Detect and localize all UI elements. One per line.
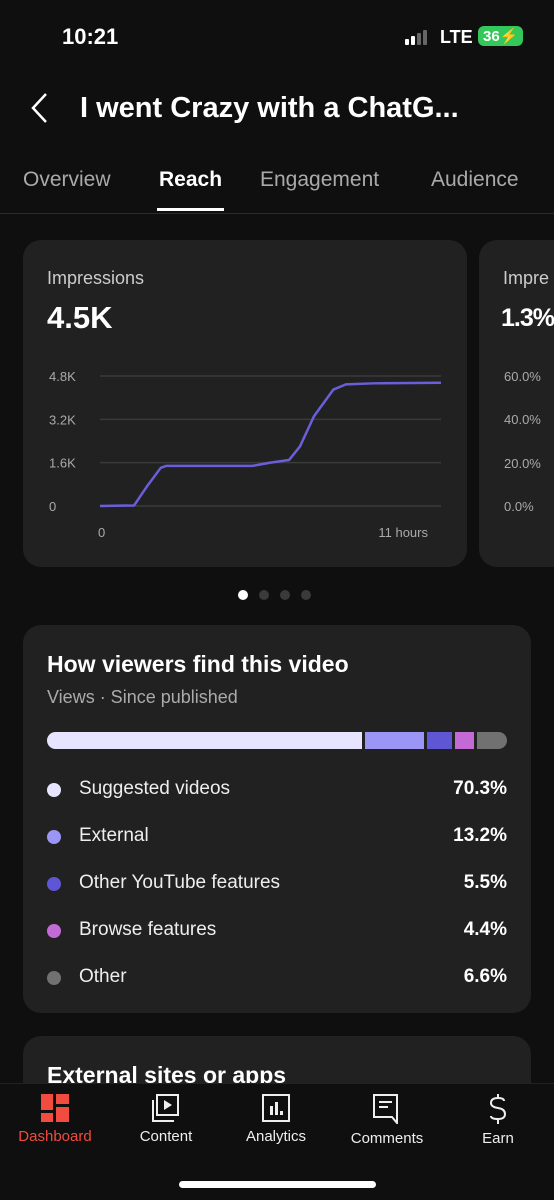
dollar-icon [489, 1094, 507, 1124]
source-percent: 4.4% [463, 919, 507, 940]
source-label: Other [79, 966, 127, 987]
source-label: External [79, 825, 149, 846]
nav-earn[interactable]: Earn [448, 1094, 548, 1147]
page-dot[interactable] [301, 590, 311, 600]
y-tick: 0.0% [504, 499, 534, 514]
nav-comments[interactable]: Comments [337, 1094, 437, 1147]
ctr-card[interactable]: Impre 1.3% 60.0% 40.0% 20.0% 0.0% [479, 240, 554, 567]
page-title: I went Crazy with a ChatG... [80, 92, 459, 124]
bar-segment [47, 732, 362, 749]
y-tick: 20.0% [504, 456, 541, 471]
source-label: Browse features [79, 919, 217, 940]
nav-label: Comments [350, 1130, 424, 1147]
analytics-icon [262, 1094, 290, 1122]
card-value: 1.3% [501, 304, 554, 332]
source-percent: 5.5% [463, 872, 507, 893]
y-tick-label: 3.2K [49, 412, 76, 427]
nav-label: Analytics [245, 1128, 307, 1145]
source-percent: 70.3% [453, 778, 507, 799]
comments-icon [373, 1094, 398, 1124]
clock: 10:21 [62, 24, 119, 49]
impressions-line [99, 381, 442, 508]
legend-dot [47, 971, 61, 985]
page-dot[interactable] [259, 590, 269, 600]
back-icon[interactable] [28, 90, 58, 126]
traffic-source-row[interactable]: External 13.2% [47, 825, 507, 849]
bar-segment [477, 732, 507, 749]
traffic-source-row[interactable]: Browse features 4.4% [47, 919, 507, 943]
tab-overview[interactable]: Overview [23, 168, 111, 192]
battery-level: 36 [483, 28, 500, 45]
header: I went Crazy with a ChatG... [0, 80, 554, 136]
y-tick-label: 0 [49, 499, 56, 514]
traffic-source-row[interactable]: Other YouTube features 5.5% [47, 872, 507, 896]
dashboard-icon [41, 1094, 69, 1122]
legend-dot [47, 783, 61, 797]
page-dot[interactable] [238, 590, 248, 600]
traffic-source-row[interactable]: Suggested videos 70.3% [47, 778, 507, 802]
network-label: LTE [440, 27, 473, 47]
nav-analytics[interactable]: Analytics [226, 1094, 326, 1145]
content-icon [152, 1094, 179, 1122]
legend-dot [47, 924, 61, 938]
traffic-source-row[interactable]: Other 6.6% [47, 966, 507, 990]
bar-segment [454, 732, 475, 749]
carousel-indicator [238, 590, 311, 600]
impressions-chart: 0 1.6K 3.2K 4.8K 0 11 hours [49, 369, 442, 540]
tab-bar: Overview Reach Engagement Audience [0, 150, 554, 214]
page-dot[interactable] [280, 590, 290, 600]
nav-label: Dashboard [18, 1128, 92, 1145]
traffic-sources-card: How viewers find this video Views · Sinc… [23, 625, 531, 1013]
nav-label: Earn [482, 1130, 514, 1147]
bottom-nav: Dashboard Content Analytics Comments Ear… [0, 1083, 554, 1200]
x-tick-label: 11 hours [378, 525, 428, 540]
signal-icon [405, 30, 427, 45]
y-tick: 60.0% [504, 369, 541, 384]
legend-dot [47, 877, 61, 891]
tab-audience[interactable]: Audience [431, 168, 519, 192]
x-tick-label: 0 [98, 525, 105, 540]
y-tick: 40.0% [504, 412, 541, 427]
bar-segment [364, 732, 425, 749]
home-indicator[interactable] [179, 1181, 376, 1188]
battery-icon: 36⚡ [478, 26, 524, 46]
source-label: Suggested videos [79, 778, 231, 799]
source-label: Other YouTube features [79, 872, 281, 893]
source-percent: 13.2% [453, 825, 507, 846]
tab-engagement[interactable]: Engagement [260, 168, 379, 192]
impressions-card[interactable]: Impressions 4.5K 0 1.6K 3.2K 4.8K 0 11 hours [23, 240, 467, 567]
bar-segment [427, 732, 452, 749]
status-bar: 10:21 LTE 36⚡ [0, 0, 554, 70]
legend-dot [47, 830, 61, 844]
traffic-stacked-bar [47, 732, 507, 749]
nav-content[interactable]: Content [116, 1094, 216, 1145]
nav-dashboard[interactable]: Dashboard [5, 1094, 105, 1145]
section-subtitle: Views · Since published [47, 687, 238, 707]
nav-label: Content [139, 1128, 193, 1145]
y-tick-label: 1.6K [49, 456, 76, 471]
section-title: How viewers find this video [47, 651, 349, 677]
tab-reach[interactable]: Reach [156, 168, 225, 211]
source-percent: 6.6% [463, 966, 507, 987]
card-label: Impre [503, 268, 550, 288]
y-tick-label: 4.8K [49, 369, 76, 384]
